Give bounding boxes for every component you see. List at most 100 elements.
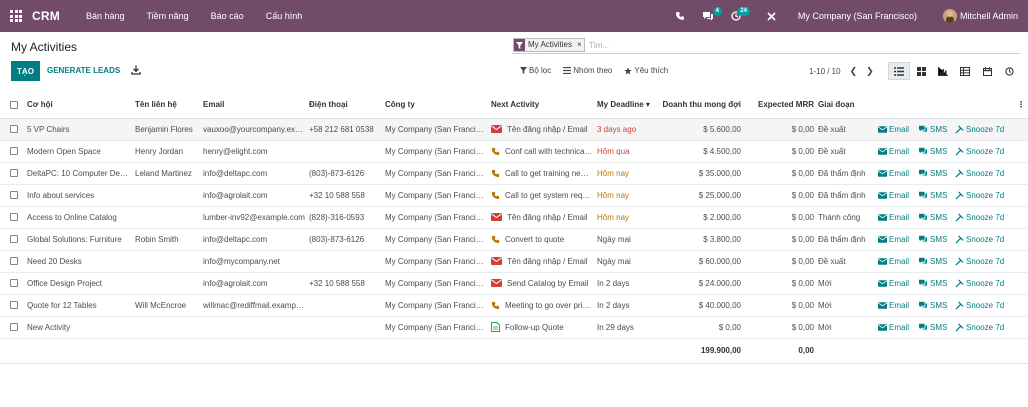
email-button[interactable]: Email	[878, 279, 909, 288]
optional-columns-icon[interactable]: ⋮	[1014, 91, 1028, 119]
search-input[interactable]	[588, 40, 889, 50]
column-header[interactable]: Doanh thu mong đợi	[655, 91, 743, 119]
download-icon[interactable]	[131, 65, 141, 75]
graph-view-icon[interactable]	[932, 62, 954, 80]
column-header[interactable]: Next Activity	[489, 91, 595, 119]
table-row[interactable]: Global Solutions: Furniture Robin Smith in…	[0, 228, 1028, 251]
snooze-button[interactable]: Snooze 7d	[955, 147, 1004, 156]
snooze-button[interactable]: Snooze 7d	[955, 301, 1004, 310]
email-button[interactable]: Email	[878, 301, 909, 310]
list-view-icon[interactable]	[888, 62, 910, 80]
menu-sales[interactable]: Bán hàng	[86, 11, 125, 21]
sms-button[interactable]: SMS	[918, 169, 947, 178]
filter-dropdown[interactable]: Bộ lọc	[520, 66, 551, 75]
close-icon[interactable]	[762, 6, 782, 26]
sms-button[interactable]: SMS	[918, 323, 947, 332]
row-checkbox[interactable]	[10, 191, 18, 200]
table-row[interactable]: Office Design Project info@agrolait.com +3…	[0, 272, 1028, 295]
table-row[interactable]: Access to Online Catalog lumber-inv92@exa…	[0, 206, 1028, 229]
next-activity-cell[interactable]: Send Catalog by Email	[489, 272, 595, 295]
row-checkbox[interactable]	[10, 323, 18, 332]
next-activity-cell[interactable]: Tên đăng nhập / Email	[489, 118, 595, 141]
row-checkbox[interactable]	[10, 213, 18, 222]
row-checkbox[interactable]	[10, 169, 18, 178]
snooze-button[interactable]: Snooze 7d	[955, 257, 1004, 266]
table-row[interactable]: Modern Open Space Henry Jordan henry@eligh…	[0, 140, 1028, 163]
row-checkbox[interactable]	[10, 235, 18, 244]
menu-configuration[interactable]: Cấu hình	[266, 11, 303, 21]
next-activity-cell[interactable]: Convert to quote	[489, 228, 595, 251]
snooze-button[interactable]: Snooze 7d	[955, 191, 1004, 200]
table-row[interactable]: Need 20 Desks info@mycompany.net My Compan…	[0, 250, 1028, 273]
snooze-button[interactable]: Snooze 7d	[955, 125, 1004, 134]
table-row[interactable]: New Activity My Company (San Francisco) Fo…	[0, 316, 1028, 339]
email-button[interactable]: Email	[878, 323, 909, 332]
email-button[interactable]: Email	[878, 191, 909, 200]
snooze-button[interactable]: Snooze 7d	[955, 279, 1004, 288]
table-row[interactable]: DeltaPC: 10 Computer Desks Leland Martine…	[0, 162, 1028, 185]
calendar-view-icon[interactable]	[976, 62, 998, 80]
group-by-dropdown[interactable]: Nhóm theo	[563, 66, 612, 75]
select-all-checkbox[interactable]	[10, 100, 18, 109]
snooze-button[interactable]: Snooze 7d	[955, 235, 1004, 244]
column-header[interactable]: Tên liên hệ	[133, 91, 201, 119]
sms-button[interactable]: SMS	[918, 191, 947, 200]
email-button[interactable]: Email	[878, 235, 909, 244]
row-checkbox[interactable]	[10, 279, 18, 288]
next-activity-cell[interactable]: Call to get system requirements	[489, 184, 595, 207]
row-checkbox[interactable]	[10, 147, 18, 156]
snooze-button[interactable]: Snooze 7d	[955, 169, 1004, 178]
snooze-button[interactable]: Snooze 7d	[955, 213, 1004, 222]
activity-view-icon[interactable]	[998, 62, 1020, 80]
favorites-dropdown[interactable]: Yêu thích	[624, 66, 668, 75]
column-header[interactable]: Expected MRR	[743, 91, 816, 119]
column-header[interactable]: Cơ hội	[25, 91, 133, 119]
next-activity-cell[interactable]: Conf call with technical service	[489, 140, 595, 163]
email-button[interactable]: Email	[878, 147, 909, 156]
menu-reporting[interactable]: Báo cáo	[211, 11, 244, 21]
column-header[interactable]: Email	[201, 91, 307, 119]
pager-value[interactable]: 1-10 / 10	[809, 67, 841, 76]
email-button[interactable]: Email	[878, 213, 909, 222]
pager-next-icon[interactable]: ❯	[866, 66, 874, 77]
column-header[interactable]: Giai đoạn	[816, 91, 876, 119]
generate-leads-button[interactable]: GENERATE LEADS	[47, 66, 120, 75]
activity-clock-icon[interactable]: 24	[726, 6, 750, 26]
next-activity-cell[interactable]: Call to get training needs	[489, 162, 595, 185]
row-checkbox[interactable]	[10, 257, 18, 266]
pager-previous-icon[interactable]: ❮	[850, 66, 858, 77]
company-switcher[interactable]: My Company (San Francisco)	[798, 11, 917, 21]
row-checkbox[interactable]	[10, 301, 18, 310]
next-activity-cell[interactable]: Tên đăng nhập / Email	[489, 206, 595, 229]
sms-button[interactable]: SMS	[918, 257, 947, 266]
table-row[interactable]: 5 VP Chairs Benjamin Flores vauxoo@yourcom…	[0, 118, 1028, 141]
email-button[interactable]: Email	[878, 257, 909, 266]
app-brand[interactable]: CRM	[32, 9, 60, 23]
snooze-button[interactable]: Snooze 7d	[955, 323, 1004, 332]
row-checkbox[interactable]	[10, 125, 18, 134]
kanban-view-icon[interactable]	[910, 62, 932, 80]
column-header-sorted[interactable]: My Deadline ▾	[595, 91, 655, 119]
sms-button[interactable]: SMS	[918, 125, 947, 134]
create-button[interactable]: TẠO	[11, 61, 40, 81]
sms-button[interactable]: SMS	[918, 147, 947, 156]
table-row[interactable]: Info about services info@agrolait.com +32 …	[0, 184, 1028, 207]
sms-button[interactable]: SMS	[918, 301, 947, 310]
table-row[interactable]: Quote for 12 Tables Will McEncroe willmac@…	[0, 294, 1028, 317]
next-activity-cell[interactable]: Tên đăng nhập / Email	[489, 250, 595, 273]
next-activity-cell[interactable]: Meeting to go over pricing	[489, 294, 595, 317]
user-menu[interactable]: Mitchell Admin	[942, 9, 1018, 23]
pivot-view-icon[interactable]	[954, 62, 976, 80]
facet-remove-icon[interactable]: ×	[575, 39, 584, 51]
menu-leads[interactable]: Tiềm năng	[146, 11, 188, 21]
column-header[interactable]: Công ty	[383, 91, 489, 119]
sms-button[interactable]: SMS	[918, 279, 947, 288]
email-button[interactable]: Email	[878, 169, 909, 178]
sms-button[interactable]: SMS	[918, 235, 947, 244]
apps-menu-icon[interactable]	[0, 0, 32, 32]
email-button[interactable]: Email	[878, 125, 909, 134]
sms-button[interactable]: SMS	[918, 213, 947, 222]
next-activity-cell[interactable]: Follow-up Quote	[489, 316, 595, 339]
chat-icon[interactable]: 4	[698, 6, 722, 26]
column-header[interactable]: Điện thoại	[307, 91, 383, 119]
